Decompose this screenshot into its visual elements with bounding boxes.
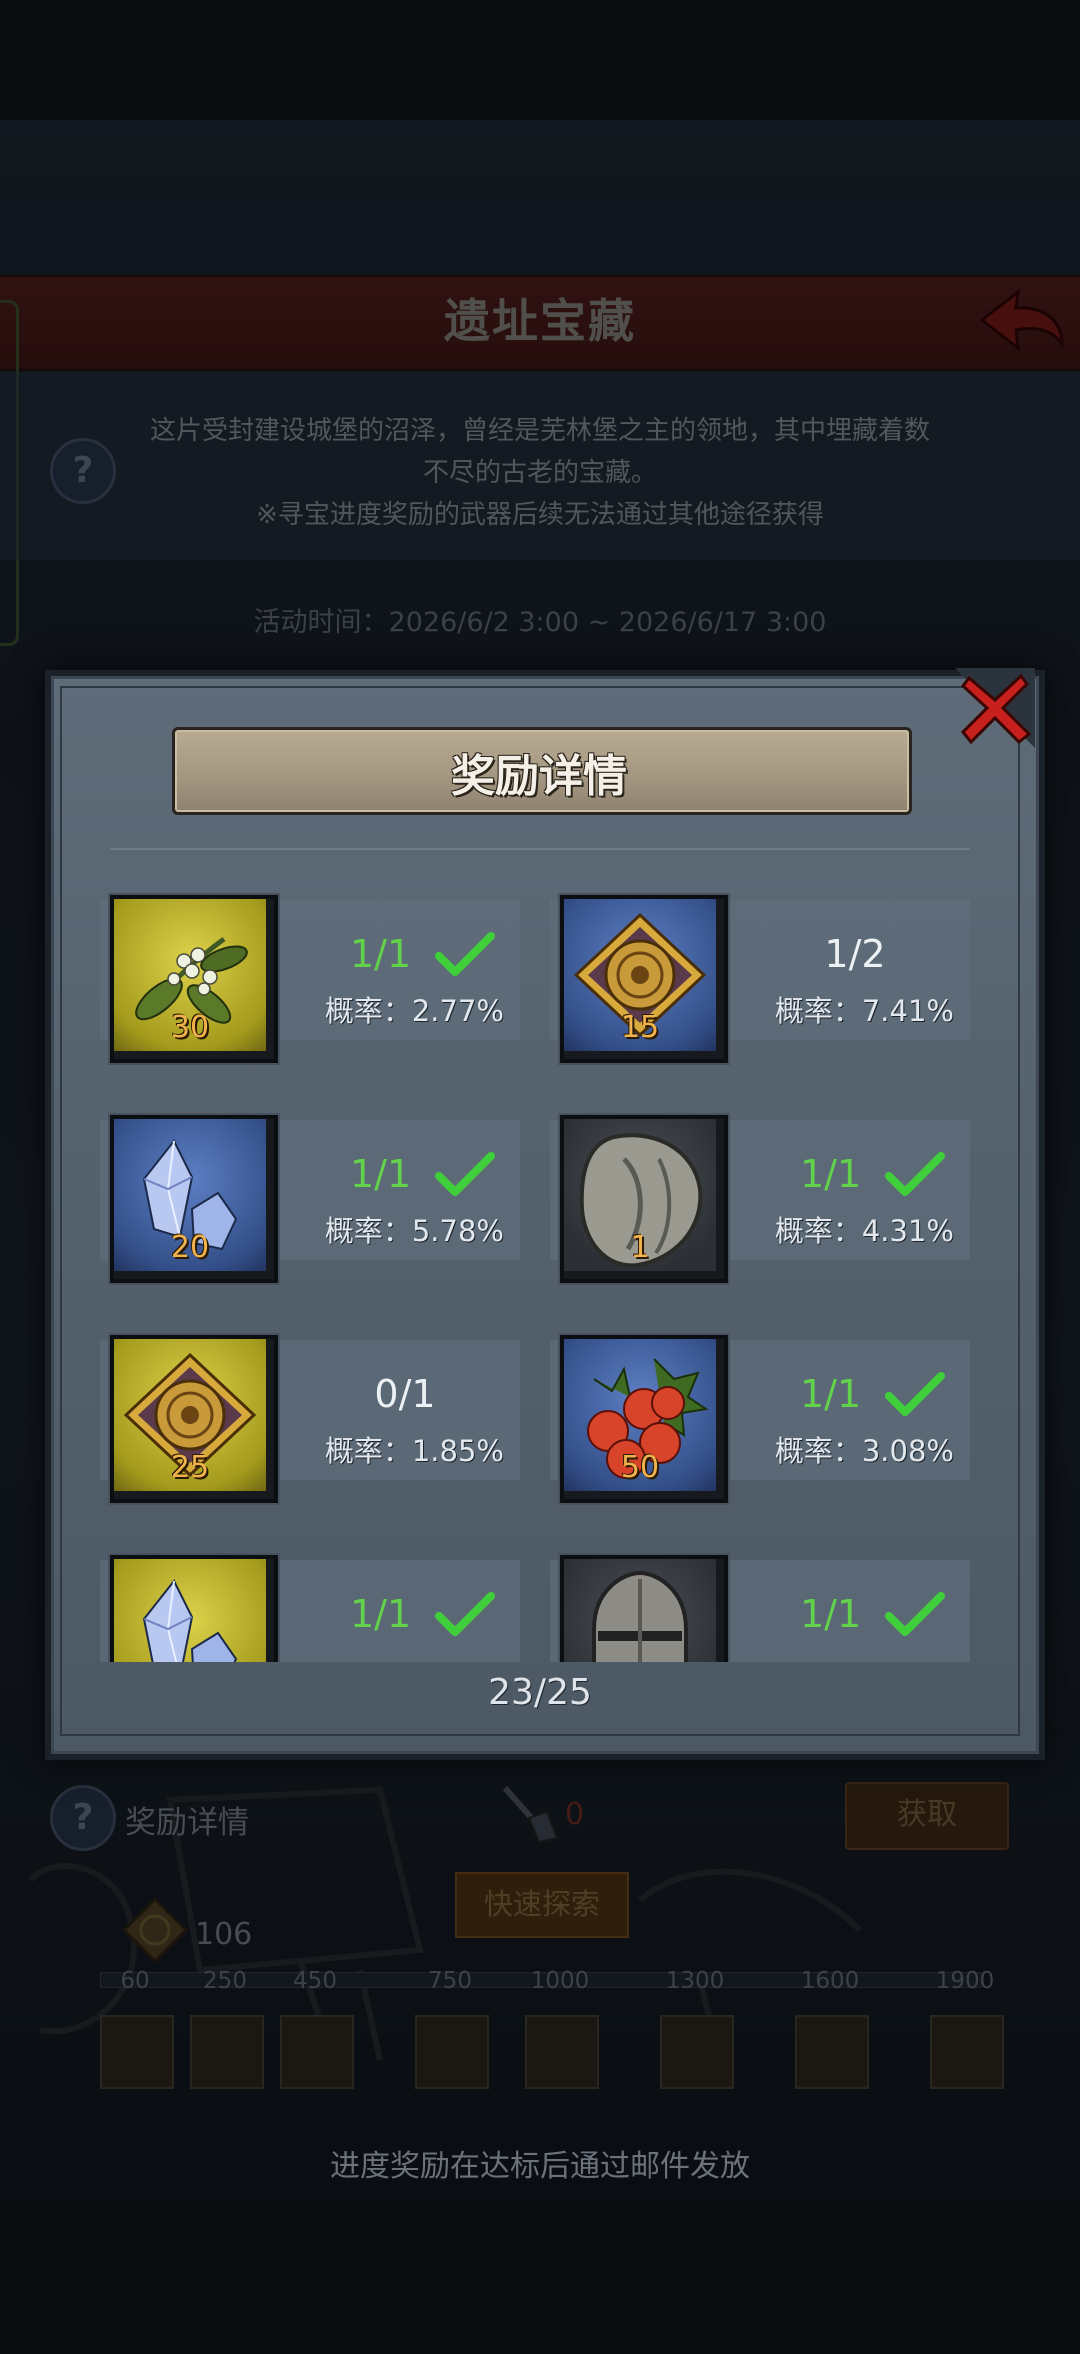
drop-rate: 概率：2.77% <box>324 994 504 1028</box>
footer-note: 进度奖励在达标后通过邮件发放 <box>330 2149 750 2184</box>
claim-count: 1/1 <box>350 1592 412 1636</box>
drop-rate: 概率：1.85% <box>324 1434 504 1468</box>
claim-count: 1/1 <box>800 1372 862 1416</box>
reward-item[interactable]: 1/1 <box>550 1540 970 1662</box>
claim-count: 0/1 <box>374 1372 436 1416</box>
check-icon <box>885 1592 945 1636</box>
reward-item[interactable]: 15 1/2 概率：7.41% <box>550 880 970 1063</box>
close-icon[interactable] <box>955 668 1035 748</box>
item-quantity: 15 <box>620 1010 660 1045</box>
claim-count: 1/1 <box>350 1152 412 1196</box>
claim-count: 1/1 <box>800 1152 862 1196</box>
modal-title: 奖励详情 <box>451 751 627 802</box>
reward-item[interactable]: 30 1/1 概率：2.77% <box>100 880 520 1063</box>
claim-count: 1/2 <box>824 932 886 976</box>
reward-list[interactable]: 30 1/1 概率：2.77% 15 1/2 概率：7.41% 20 1/1 概率：5.78% 1… <box>100 880 980 1662</box>
drop-rate: 概率：5.78% <box>324 1214 504 1248</box>
check-icon <box>885 1372 945 1416</box>
check-icon <box>435 1152 495 1196</box>
reward-item[interactable]: 1/1 <box>100 1540 520 1662</box>
knight-helmet-icon[interactable] <box>564 1559 716 1662</box>
item-quantity: 50 <box>620 1450 660 1485</box>
claim-count: 1/1 <box>350 932 412 976</box>
reward-item[interactable]: 20 1/1 概率：5.78% <box>100 1100 520 1283</box>
drop-rate: 概率：7.41% <box>774 994 954 1028</box>
drop-rate: 概率：3.08% <box>774 1434 954 1468</box>
item-quantity: 20 <box>170 1230 210 1265</box>
check-icon <box>435 1592 495 1636</box>
crystal-icon[interactable] <box>114 1559 266 1662</box>
page-indicator: 23/25 <box>488 1672 592 1713</box>
divider <box>110 848 970 850</box>
claim-count: 1/1 <box>800 1592 862 1636</box>
reward-item[interactable]: 25 0/1 概率：1.85% <box>100 1320 520 1503</box>
drop-rate: 概率：4.31% <box>774 1214 954 1248</box>
check-icon <box>435 932 495 976</box>
item-quantity: 30 <box>170 1010 210 1045</box>
check-icon <box>885 1152 945 1196</box>
reward-item[interactable]: 50 1/1 概率：3.08% <box>550 1320 970 1503</box>
item-quantity: 25 <box>170 1450 210 1485</box>
reward-item[interactable]: 1 1/1 概率：4.31% <box>550 1100 970 1283</box>
item-quantity: 1 <box>630 1230 650 1265</box>
